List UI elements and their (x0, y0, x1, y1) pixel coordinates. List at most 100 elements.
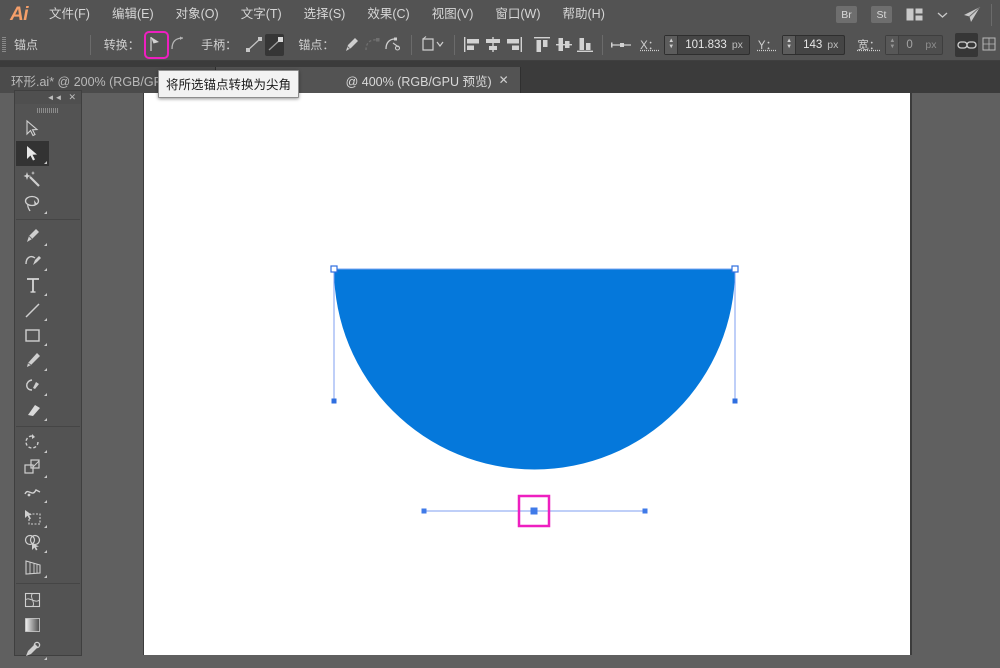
tool-group-corner (44, 550, 47, 553)
constrain-proportions-button[interactable] (955, 33, 977, 57)
control-divider-1 (90, 35, 91, 55)
tool-group-corner (44, 293, 47, 296)
tool-group-corner (44, 500, 47, 503)
width-field: ▲▼ 0 px (885, 35, 943, 55)
menu-divider (991, 4, 992, 26)
menu-effect[interactable]: 效果(C) (356, 0, 420, 29)
arrange-documents-button[interactable] (906, 8, 923, 21)
align-top-icon (533, 36, 551, 53)
type-tool[interactable] (16, 273, 49, 298)
lasso-icon (24, 195, 41, 212)
menu-bar: Ai 文件(F) 编辑(E) 对象(O) 文字(T) 选择(S) 效果(C) 视… (0, 0, 1000, 29)
lasso-tool[interactable] (16, 191, 49, 216)
close-panel-icon[interactable]: ✕ (68, 93, 76, 102)
width-warp-icon (24, 484, 41, 501)
stock-button[interactable]: St (871, 6, 892, 23)
scale-tool[interactable] (16, 455, 49, 480)
blend-tool[interactable] (16, 662, 49, 668)
artboard[interactable] (143, 93, 912, 655)
curvature-tool[interactable] (16, 248, 49, 273)
tools-panel-grip[interactable] (15, 104, 81, 116)
y-stepper[interactable]: ▲▼ (783, 36, 796, 54)
shape-builder-tool[interactable] (16, 530, 49, 555)
gradient-icon (24, 617, 41, 633)
eyedropper-tool[interactable] (16, 637, 49, 662)
shaper-tool[interactable] (16, 373, 49, 398)
tool-group-corner (44, 161, 47, 164)
transform-grid-icon (981, 37, 997, 52)
menu-select[interactable]: 选择(S) (293, 0, 357, 29)
menu-help[interactable]: 帮助(H) (552, 0, 616, 29)
gradient-tool[interactable] (16, 612, 49, 637)
eyedropper-icon (24, 641, 41, 658)
shaper-pencil-icon (24, 377, 41, 394)
mesh-icon (24, 592, 41, 608)
menu-window[interactable]: 窗口(W) (484, 0, 551, 29)
share-button[interactable] (962, 6, 982, 23)
bridge-button[interactable]: Br (836, 6, 857, 23)
perspective-grid-tool[interactable] (16, 555, 49, 580)
menu-type[interactable]: 文字(T) (230, 0, 293, 29)
align-right-button[interactable] (505, 34, 524, 56)
rotate-tool[interactable] (16, 430, 49, 455)
align-center-v-button[interactable] (554, 34, 573, 56)
direct-selection-tool[interactable] (16, 141, 49, 166)
tools-divider-3 (16, 583, 80, 584)
convert-corner-icon (148, 36, 164, 53)
x-field[interactable]: ▲▼ 101.833 px (664, 35, 750, 55)
line-segment-tool[interactable] (16, 298, 49, 323)
pen-minus-icon (342, 36, 360, 54)
convert-to-smooth-button[interactable] (168, 34, 187, 56)
menu-view[interactable]: 视图(V) (421, 0, 485, 29)
connect-anchors-button[interactable] (363, 34, 382, 56)
bridge-icon: Br (836, 6, 857, 23)
tools-panel: ◄◄ ✕ (14, 90, 82, 656)
tool-group-corner (44, 243, 47, 246)
menu-object[interactable]: 对象(O) (165, 0, 230, 29)
width-tool[interactable] (16, 480, 49, 505)
align-center-h-button[interactable] (484, 34, 503, 56)
align-top-button[interactable] (533, 34, 552, 56)
hide-handles-icon (266, 36, 284, 53)
rotate-icon (24, 434, 41, 451)
width-value: 0 (899, 39, 925, 51)
menu-file[interactable]: 文件(F) (38, 0, 101, 29)
y-field[interactable]: ▲▼ 143 px (782, 35, 845, 55)
free-transform-tool[interactable] (16, 505, 49, 530)
cut-path-button[interactable] (384, 34, 403, 56)
mesh-tool[interactable] (16, 587, 49, 612)
tab-close-icon[interactable]: ✕ (499, 74, 509, 86)
arrange-documents-icon (906, 8, 923, 21)
control-bar-grip[interactable] (0, 29, 8, 61)
isolate-object-button[interactable] (420, 34, 446, 56)
rectangle-tool[interactable] (16, 323, 49, 348)
illustrator-window: Ai 文件(F) 编辑(E) 对象(O) 文字(T) 选择(S) 效果(C) 视… (0, 0, 1000, 668)
align-bottom-button[interactable] (575, 34, 594, 56)
transform-more-button[interactable] (980, 34, 999, 56)
convert-to-corner-button[interactable] (147, 34, 166, 56)
share-icon (962, 6, 982, 23)
direct-selection-arrow-icon (26, 145, 39, 162)
eraser-tool[interactable] (16, 398, 49, 423)
paintbrush-tool[interactable] (16, 348, 49, 373)
app-logo-icon: Ai (0, 0, 38, 29)
x-stepper[interactable]: ▲▼ (665, 36, 678, 54)
hide-handles-button[interactable] (265, 34, 284, 56)
align-left-button[interactable] (462, 34, 481, 56)
x-value[interactable]: 101.833 (678, 39, 732, 51)
selection-tool[interactable] (16, 116, 49, 141)
arrange-chevron-button[interactable] (937, 11, 948, 19)
menu-edit[interactable]: 编辑(E) (101, 0, 165, 29)
transform-handle-button[interactable] (611, 34, 633, 56)
tool-group-corner (44, 525, 47, 528)
tool-group-corner (44, 450, 47, 453)
convert-corner-tooltip: 将所选锚点转换为尖角 (158, 70, 299, 98)
show-handles-button[interactable] (244, 34, 263, 56)
magic-wand-tool[interactable] (16, 166, 49, 191)
remove-anchor-button[interactable] (341, 34, 360, 56)
tools-divider-1 (16, 219, 80, 220)
y-value[interactable]: 143 (796, 39, 827, 51)
collapse-panel-icon[interactable]: ◄◄ (47, 94, 63, 102)
pen-tool[interactable] (16, 223, 49, 248)
tool-group-corner (44, 657, 47, 660)
